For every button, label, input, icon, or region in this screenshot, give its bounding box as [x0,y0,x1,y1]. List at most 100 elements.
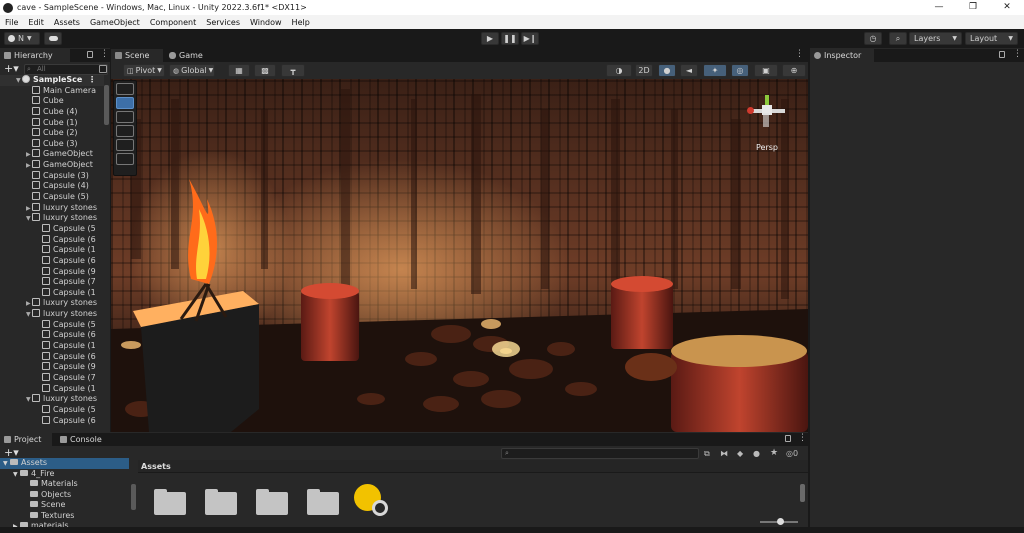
project-search-input[interactable]: ⌕ [501,448,699,459]
hierarchy-item[interactable]: Capsule (4) [0,181,104,192]
hierarchy-item[interactable]: ▶ GameObject [0,160,104,171]
pivot-dropdown[interactable]: ◫ Pivot ▼ [123,64,165,77]
search-button[interactable]: ⌕ [889,32,907,45]
step-button[interactable]: ▶❙ [521,32,539,45]
hierarchy-item[interactable]: ▶ luxury stones [0,202,104,214]
filter-icon[interactable] [99,65,107,73]
hierarchy-item[interactable]: Cube [0,96,104,107]
search-by-type-icon[interactable]: ⧉ [704,449,710,459]
menu-component[interactable]: Component [145,18,201,27]
hierarchy-item[interactable]: Main Camera [0,85,104,97]
history-button[interactable]: ◷ [864,32,882,45]
rotate-tool-button[interactable] [116,111,134,123]
project-folder-item[interactable]: ▼ Assets [0,458,129,469]
tab-project[interactable]: Project [0,433,52,446]
minimize-button[interactable]: — [922,0,956,15]
hierarchy-item[interactable]: Capsule (7 [0,277,104,288]
scene-asset-icon[interactable] [354,484,392,518]
favorite-star-icon[interactable]: ★ [770,448,778,458]
expand-arrow-icon[interactable]: ▼ [3,459,10,470]
hierarchy-item[interactable]: ▼ luxury stones [0,213,104,224]
lock-icon[interactable] [785,435,791,442]
hierarchy-item[interactable]: Cube (2) [0,128,104,139]
project-folder-item[interactable]: Materials [0,479,129,490]
hierarchy-item[interactable]: Capsule (6 [0,330,104,341]
hierarchy-item[interactable]: Capsule (6 [0,351,104,363]
hierarchy-search-input[interactable]: ⌕ All [24,64,108,75]
shading-mode-dropdown[interactable]: ◑ [606,64,632,77]
asset-folder-4[interactable] [307,489,339,515]
hierarchy-item[interactable]: Capsule (7 [0,372,104,384]
scene-viewport[interactable]: Persp [111,79,808,432]
hierarchy-item[interactable]: Capsule (1 [0,341,104,352]
search-by-label-icon[interactable]: ⧓ [720,449,728,458]
menu-gameobject[interactable]: GameObject [85,18,145,27]
more-options-icon[interactable]: ⋮ [1013,49,1022,59]
tag-icon[interactable]: ◆ [737,449,743,458]
project-folder-item[interactable]: Textures [0,511,129,522]
hierarchy-item[interactable]: Capsule (5 [0,404,104,416]
hierarchy-item[interactable]: Capsule (5) [0,192,104,203]
layout-dropdown[interactable]: Layout ▼ [965,32,1018,45]
tab-console[interactable]: Console [56,433,108,446]
move-tool-button[interactable] [116,97,134,109]
asset-folder-3[interactable] [256,489,288,515]
increment-snap-button[interactable]: ▩ [254,64,276,77]
more-options-icon[interactable]: ⋮ [798,433,807,443]
hierarchy-item[interactable]: Capsule (9 [0,362,104,373]
project-folder-item[interactable]: Scene [0,500,129,511]
more-options-icon[interactable]: ⋮ [795,49,804,59]
hidden-packages-toggle[interactable]: ◎0 [786,449,798,458]
ruler-button[interactable]: ┳ [281,64,305,77]
menu-assets[interactable]: Assets [49,18,85,27]
camera-dropdown[interactable]: ▣ [754,64,778,77]
menu-edit[interactable]: Edit [23,18,49,27]
project-folder-item[interactable]: ▼ 4_Fire [0,469,129,480]
tab-scene[interactable]: Scene [111,49,163,62]
hierarchy-item[interactable]: Cube (4) [0,106,104,118]
project-create-button[interactable]: +▾ [4,447,19,458]
hierarchy-item[interactable]: Capsule (1 [0,383,104,395]
tab-inspector[interactable]: Inspector [810,49,874,62]
hierarchy-item[interactable]: Capsule (6 [0,255,104,267]
hierarchy-item[interactable]: Capsule (3) [0,170,104,182]
menu-window[interactable]: Window [245,18,287,27]
orientation-gizmo[interactable] [745,87,791,137]
icon-size-slider[interactable] [760,518,798,525]
project-tree-scrollbar[interactable] [131,484,136,510]
breadcrumb-assets[interactable]: Assets [141,462,171,471]
hierarchy-item[interactable]: Cube (1) [0,117,104,129]
projection-label[interactable]: Persp [756,143,778,152]
create-button[interactable]: +▾ [4,63,19,74]
asset-folder-1[interactable] [154,489,186,515]
effects-dropdown[interactable]: ✦ [703,64,727,77]
scale-tool-button[interactable] [116,125,134,137]
hierarchy-item[interactable]: ▼ luxury stones [0,394,104,405]
hierarchy-item[interactable]: Capsule (5 [0,223,104,235]
info-icon[interactable]: ● [753,449,760,458]
menu-file[interactable]: File [0,18,23,27]
more-options-icon[interactable]: ⋮ [88,75,96,86]
lock-icon[interactable] [999,51,1005,58]
mode-2d-toggle[interactable]: 2D [635,64,653,77]
menu-services[interactable]: Services [201,18,245,27]
lighting-toggle[interactable]: ● [658,64,676,77]
hierarchy-item[interactable]: Capsule (1 [0,287,104,299]
tab-hierarchy[interactable]: Hierarchy [0,49,70,62]
hierarchy-item[interactable]: ▼ luxury stones [0,309,104,320]
layers-dropdown[interactable]: Layers ▼ [909,32,962,45]
hierarchy-item[interactable]: Capsule (6 [0,415,104,427]
grid-snap-button[interactable]: ▦ [228,64,250,77]
hierarchy-scrollbar[interactable] [104,85,109,125]
gizmos-dropdown[interactable]: ⊕ [782,64,806,77]
pause-button[interactable]: ❚❚ [501,32,519,45]
maximize-button[interactable]: ❐ [956,0,990,15]
rect-tool-button[interactable] [116,139,134,151]
slider-handle[interactable] [777,518,784,525]
hierarchy-item[interactable]: ▶ GameObject [0,149,104,160]
hidden-objects-toggle[interactable]: ◎ [731,64,749,77]
asset-folder-2[interactable] [205,489,237,515]
menu-help[interactable]: Help [287,18,315,27]
hierarchy-item[interactable]: Capsule (6 [0,234,104,246]
hierarchy-item[interactable]: Capsule (9 [0,266,104,278]
